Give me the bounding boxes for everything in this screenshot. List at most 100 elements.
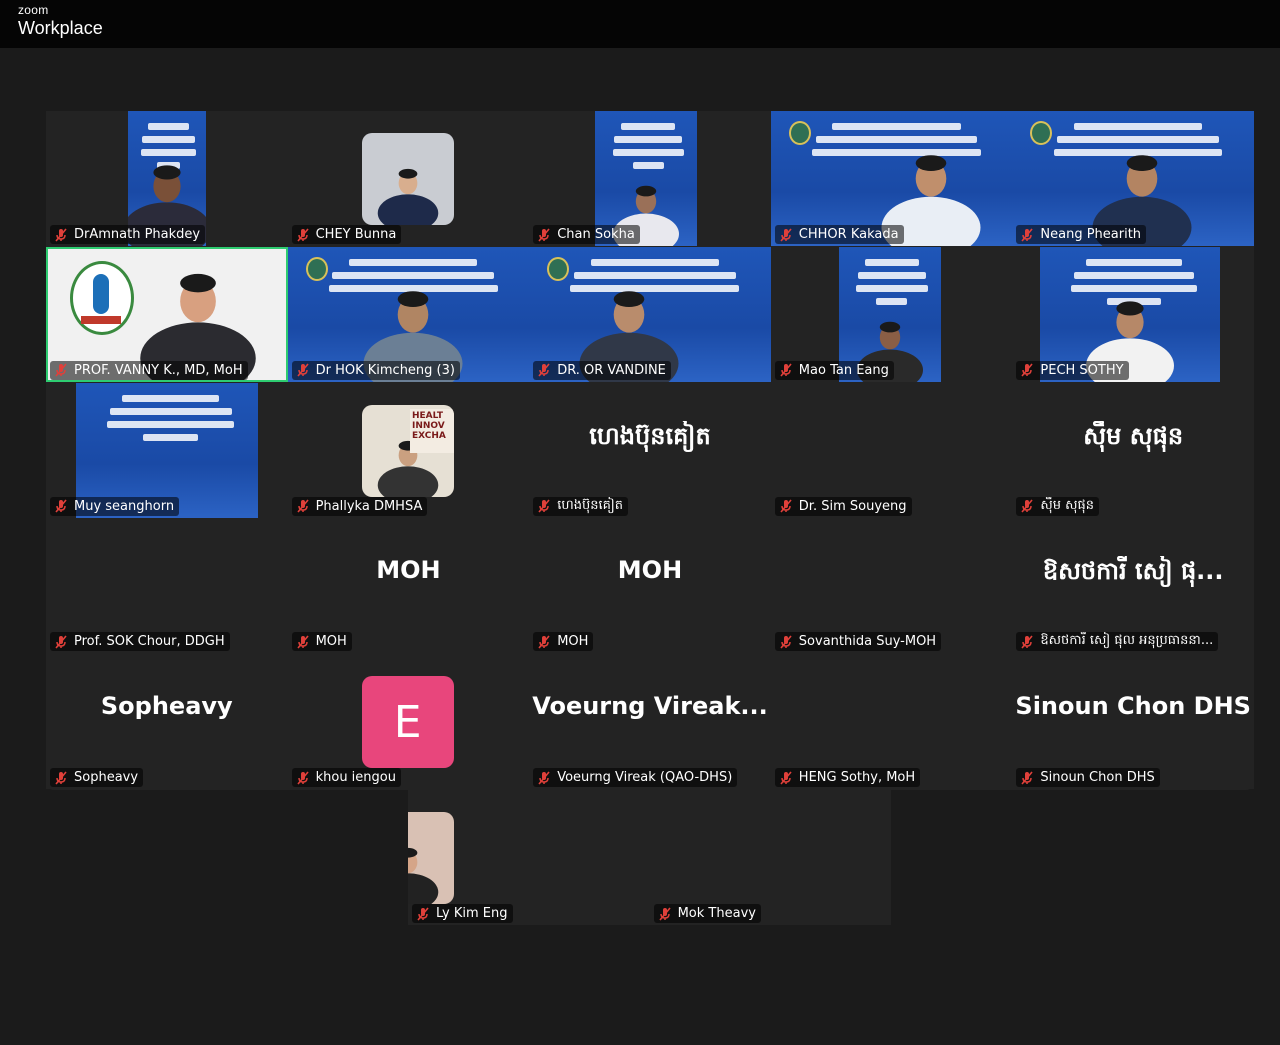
title-bar: zoom Workplace [0,0,1280,48]
muted-mic-icon [780,227,792,242]
participant-tile[interactable]: Mao Tan Eang [770,246,1013,382]
participant-tile[interactable]: Neang Phearith [1012,111,1254,246]
participant-name-tag: Mok Theavy [653,904,761,923]
participant-name: DR. OR VANDINE [557,362,666,378]
muted-mic-icon [780,635,792,649]
participant-tile[interactable]: ឱសថការី សៀ ផុ... ឱសថការី សៀ ផុល អនុប្រធាន… [1012,518,1254,654]
participant-tile[interactable]: ហេងប៊ុនគៀត ហេងប៊ុនគៀត [529,382,771,518]
participant-display-name: Sinoun Chon DHS [1015,692,1251,721]
participant-name: MOH [557,634,589,650]
muted-mic-icon [296,771,309,785]
muted-mic-icon [658,906,671,921]
participant-tile[interactable]: Ly Kim Eng [408,790,650,925]
muted-mic-icon [1021,499,1034,513]
participant-name: Dr. Sim Souyeng [798,498,907,514]
muted-mic-icon [1021,363,1034,377]
participant-tile[interactable]: MOH MOH [287,518,530,654]
participant-name: Prof. SOK Chour, DDGH [74,634,225,650]
participant-name-tag: ហេងប៊ុនគៀត [533,496,628,516]
participant-name-tag: ឱសថការី សៀ ផុល អនុប្រធាននា... [1016,632,1219,652]
muted-mic-icon [1021,635,1034,649]
participant-tile[interactable]: Sovanthida Suy-MOH [770,518,1013,654]
participant-tile[interactable]: Prof. SOK Chour, DDGH [46,518,288,654]
participant-tile[interactable]: PECH SOTHY [1012,246,1254,382]
participant-display-name: ហេងប៊ុនគៀត [589,421,711,450]
muted-mic-icon [538,499,550,513]
participant-tile[interactable]: Dr. Sim Souyeng [770,382,1013,518]
participant-tile[interactable]: CHEY Bunna [287,111,530,246]
participant-tile[interactable]: Chan Sokha [529,111,771,246]
participant-name: Voeurng Vireak (QAO-DHS) [557,770,733,786]
muted-mic-icon [538,227,550,242]
muted-mic-icon [780,363,792,377]
participant-name-tag: MOH [533,632,594,652]
participant-name-tag: Neang Phearith [1016,225,1147,244]
participant-name-tag: PECH SOTHY [1016,360,1129,380]
muted-mic-icon [55,635,67,649]
participant-display-name: ស៊ឹម សុផុន [1083,421,1184,450]
participant-name-tag: Sinoun Chon DHS [1016,768,1160,788]
participant-name: Ly Kim Eng [436,906,508,921]
participant-display-name: MOH [617,556,683,585]
participant-display-name: MOH [376,556,441,585]
participant-name-tag: DrAmnath Phakdey [50,225,206,244]
muted-mic-icon [55,227,67,242]
muted-mic-icon [296,499,309,513]
participant-tile[interactable]: ស៊ឹម សុផុន ស៊ឹម សុផុន [1012,382,1254,518]
muted-mic-icon [417,906,429,921]
participant-name-tag: Phallyka DMHSA [291,496,428,516]
participant-tile[interactable]: Mok Theavy [649,790,892,925]
participant-photo [408,812,454,904]
brand-small: zoom [18,3,49,17]
participant-name-tag: Prof. SOK Chour, DDGH [50,632,230,652]
participant-name-tag: CHHOR Kakada [774,225,904,244]
participant-tile[interactable]: HEALT INNOV EXCHA Phallyka DMHSA [287,382,530,518]
participant-tile[interactable]: CHHOR Kakada [770,111,1013,246]
participant-name: CHEY Bunna [315,227,397,242]
participant-tile[interactable]: Voeurng Vireak... Voeurng Vireak (QAO-DHS… [529,654,771,790]
participant-name: Sinoun Chon DHS [1040,770,1155,786]
participant-name-tag: Dr. Sim Souyeng [774,496,912,516]
participant-name: PROF. VANNY K., MD, MoH [74,362,243,378]
participant-tile[interactable]: HENG Sothy, MoH [770,654,1013,790]
participant-name: Sovanthida Suy-MOH [798,634,937,650]
participant-tile[interactable]: Sinoun Chon DHS Sinoun Chon DHS [1012,654,1254,790]
participant-name-tag: Muy seanghorn [50,496,180,516]
participant-name-tag: Ly Kim Eng [412,904,513,923]
poster-icon: HEALT INNOV EXCHA [409,408,454,453]
participant-tile[interactable]: DR. OR VANDINE [529,246,771,382]
muted-mic-icon [1021,771,1034,785]
participant-tile[interactable]: MOH MOH [529,518,771,654]
participant-name-tag: Voeurng Vireak (QAO-DHS) [533,768,738,788]
participant-tile[interactable]: Dr HOK Kimcheng (3) [287,246,530,382]
participant-name: Muy seanghorn [74,498,175,514]
muted-mic-icon [538,635,550,649]
participant-name-tag: khou iengou [291,768,401,788]
participant-tile[interactable]: DrAmnath Phakdey [46,111,288,246]
participant-name: MOH [315,634,347,650]
participant-name: Mao Tan Eang [798,362,889,378]
participant-tile[interactable]: PROF. VANNY K., MD, MoH [46,246,288,382]
participant-tile[interactable]: Muy seanghorn [46,382,288,518]
participant-display-name: ឱសថការី សៀ ផុ... [1042,557,1224,586]
participant-name: Mok Theavy [677,906,756,921]
muted-mic-icon [780,499,792,513]
participant-name-tag: Sopheavy [50,768,144,788]
participant-name: Dr HOK Kimcheng (3) [315,362,455,378]
participant-figure [377,168,439,225]
participant-name-tag: Dr HOK Kimcheng (3) [291,360,460,380]
zoom-workplace-logo: zoom Workplace [18,4,103,39]
muted-mic-icon [55,771,67,785]
participant-name-tag: CHEY Bunna [291,225,402,244]
participant-tile[interactable]: Ekhou iengou [287,654,530,790]
brand-large: Workplace [18,18,103,38]
muted-mic-icon [1021,227,1034,242]
participant-name: Sopheavy [74,770,139,786]
participant-name: Neang Phearith [1040,227,1142,242]
participant-name: Chan Sokha [557,227,635,242]
participant-display-name: Voeurng Vireak... [532,692,768,721]
participant-name-tag: ស៊ឹម សុផុន [1016,496,1100,516]
participant-tile[interactable]: Sopheavy Sopheavy [46,654,288,790]
participant-name-tag: Chan Sokha [533,225,640,244]
participant-photo [361,133,454,225]
